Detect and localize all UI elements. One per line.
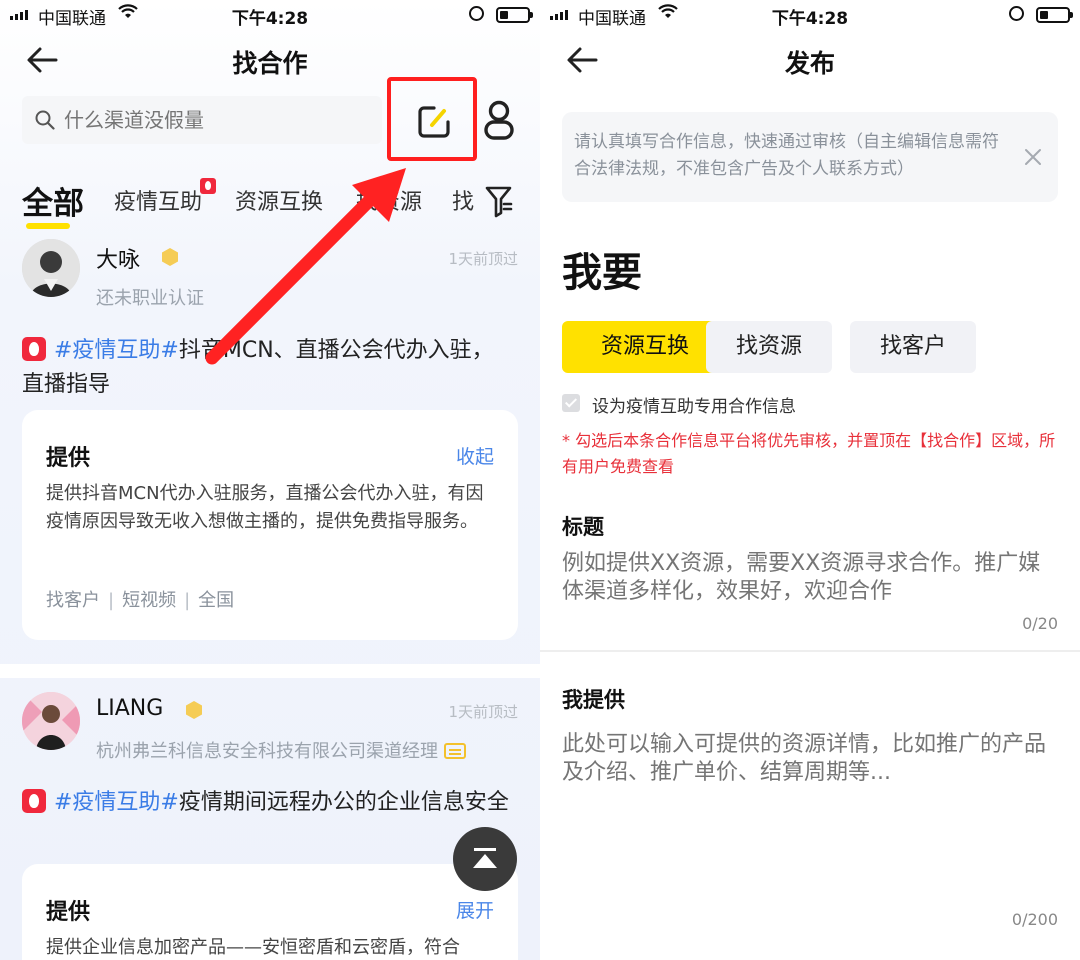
section-divider <box>540 650 1080 652</box>
vip-badge-icon <box>162 248 178 266</box>
tab-label: 找 <box>452 190 475 215</box>
offer-description: 提供抖音MCN代办入驻服务，直播公会代办入驻，有因疫情原因导致无收入想做主播的，… <box>46 483 484 532</box>
search-icon <box>35 110 55 130</box>
offer-title: 提供 <box>46 440 91 472</box>
avatar[interactable] <box>22 692 80 750</box>
offer-description: 提供企业信息加密产品——安恒密盾和云密盾，符合 <box>46 937 460 958</box>
publish-screen: 中国联通 下午4:28 发布 请认真填写合作信息，快速通过审核（自主编辑信息需符… <box>540 0 1080 960</box>
rotation-lock-icon <box>469 6 484 21</box>
tab-epidemic-help[interactable]: 疫情互助 <box>114 178 217 216</box>
title-char-counter: 0/20 <box>1022 614 1058 633</box>
arrow-up-to-top-icon <box>473 848 497 868</box>
tab-indicator <box>26 223 70 229</box>
type-resource-exchange-button[interactable]: 资源互换 <box>562 321 728 373</box>
user-name: LIANG <box>96 696 164 721</box>
review-notice: 请认真填写合作信息，快速通过审核（自主编辑信息需符合法律法规，不准包含广告及个人… <box>562 112 1058 202</box>
clock-time: 下午4:28 <box>231 9 309 29</box>
tab-label: 疫情互助 <box>114 190 203 215</box>
offer-input[interactable] <box>562 731 1058 871</box>
filter-icon <box>485 186 513 218</box>
search-bar[interactable] <box>22 96 382 144</box>
status-bar: 中国联通 下午4:28 <box>540 0 1080 30</box>
clock-time: 下午4:28 <box>771 9 849 29</box>
search-input[interactable] <box>64 96 364 144</box>
tab-find-customer[interactable]: 找 <box>452 184 474 216</box>
battery-icon <box>1036 7 1073 23</box>
offer-card: 提供 展开 提供企业信息加密产品——安恒密盾和云密盾，符合 <box>22 864 518 960</box>
page-title: 找合作 <box>232 49 308 78</box>
tab-all[interactable]: 全部 <box>22 178 84 229</box>
tab-resource-exchange[interactable]: 资源互换 <box>235 184 323 216</box>
close-notice-button[interactable] <box>1022 146 1044 168</box>
title-field-label: 标题 <box>562 515 604 539</box>
type-find-customer-button[interactable]: 找客户 <box>850 321 976 373</box>
user-name: 大咏 <box>96 248 141 273</box>
category-tabs: 全部 疫情互助 资源互换 找资源 找 <box>0 178 540 229</box>
fire-icon <box>22 789 46 813</box>
status-bar: 中国联通 下午4:28 <box>0 0 540 30</box>
avatar[interactable] <box>22 239 80 297</box>
fire-icon <box>200 178 217 194</box>
close-icon <box>1025 149 1041 165</box>
tab-find-resource[interactable]: 找资源 <box>356 184 422 216</box>
tab-label: 找资源 <box>356 190 423 215</box>
offer-tags: 找客户 | 短视频 | 全国 <box>46 590 235 611</box>
notice-text: 请认真填写合作信息，快速通过审核（自主编辑信息需符合法律法规，不准包含广告及个人… <box>574 132 999 179</box>
offer-char-counter: 0/200 <box>1011 910 1058 929</box>
type-find-resource-button[interactable]: 找资源 <box>706 321 832 373</box>
certified-card-icon <box>444 743 466 759</box>
fire-icon <box>22 337 46 361</box>
person-icon <box>484 100 514 140</box>
profile-button[interactable] <box>478 99 520 143</box>
title-input[interactable] <box>562 550 1058 610</box>
back-to-top-button[interactable] <box>453 827 517 891</box>
post-content: #疫情互助#疫情期间远程办公的企业信息安全 <box>22 786 512 820</box>
tag: 全国 <box>198 590 235 611</box>
post-time: 1天前顶过 <box>448 703 518 721</box>
user-certification: 杭州弗兰科信息安全科技有限公司渠道经理 <box>96 737 466 763</box>
filter-button[interactable] <box>484 184 514 218</box>
collapse-button[interactable]: 收起 <box>456 442 494 469</box>
tab-label: 全部 <box>22 186 84 222</box>
cooperation-list-screen: 中国联通 下午4:28 找合作 全部 <box>0 0 540 960</box>
annotation-highlight-box <box>387 77 477 161</box>
page-title: 发布 <box>784 49 835 78</box>
topic-tag[interactable]: #疫情互助# <box>54 338 179 363</box>
tag: 短视频 <box>122 590 177 611</box>
epidemic-checkbox[interactable] <box>562 394 580 412</box>
checkbox-label: 设为疫情互助专用合作信息 <box>592 397 796 417</box>
user-certification: 还未职业认证 <box>96 288 204 309</box>
offer-field-label: 我提供 <box>562 684 625 714</box>
tab-label: 资源互换 <box>235 190 324 215</box>
battery-icon <box>496 7 533 23</box>
section-heading: 我要 <box>562 250 642 296</box>
offer-card: 提供 收起 提供抖音MCN代办入驻服务，直播公会代办入驻，有因疫情原因导致无收入… <box>22 410 518 640</box>
tag: 找客户 <box>46 590 100 611</box>
post-time: 1天前顶过 <box>448 250 518 268</box>
offer-title: 提供 <box>46 894 91 926</box>
topic-tag[interactable]: #疫情互助# <box>54 790 179 815</box>
rotation-lock-icon <box>1009 6 1024 21</box>
checkbox-hint: * 勾选后本条合作信息平台将优先审核，并置顶在【找合作】区域，所有用户免费查看 <box>562 431 1056 476</box>
card-divider <box>0 664 540 678</box>
post-content: #疫情互助#抖音MCN、直播公会代办入驻，直播指导 <box>22 334 512 402</box>
post-text: 疫情期间远程办公的企业信息安全 <box>178 790 509 815</box>
vip-badge-icon <box>186 701 202 719</box>
expand-button[interactable]: 展开 <box>456 896 494 923</box>
